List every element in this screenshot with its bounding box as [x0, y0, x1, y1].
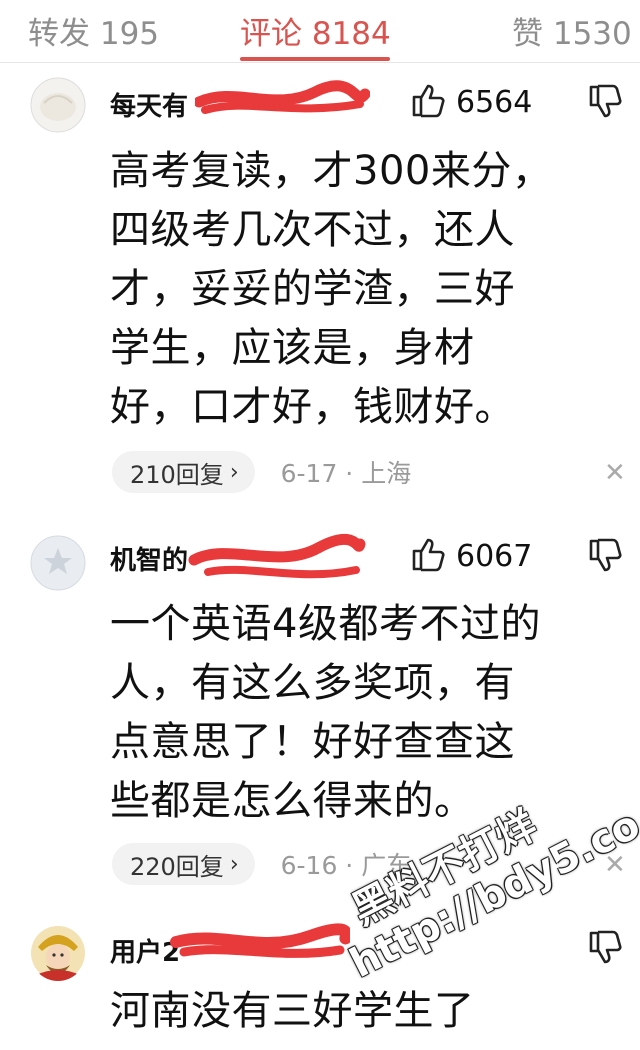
avatar[interactable]: [30, 925, 86, 981]
avatar[interactable]: [30, 535, 86, 591]
redaction-scribble: [188, 533, 366, 579]
close-icon[interactable]: ✕: [604, 850, 626, 880]
comment-meta: 220回复 › 6-16 · 广东: [112, 842, 411, 886]
thumbs-down-icon[interactable]: [587, 84, 623, 124]
thumbs-up-icon: [410, 82, 446, 122]
comment-line: 才，妥妥的学渣，三好: [110, 266, 515, 312]
replies-count: 210回复: [130, 460, 224, 489]
comment-line: 些都是怎么得来的。: [110, 778, 475, 824]
comment-meta: 210回复 › 6-17 · 上海: [112, 450, 411, 494]
close-icon[interactable]: ✕: [604, 458, 626, 488]
comment-time-location: 6-16 · 广东: [280, 851, 412, 880]
chevron-right-icon: ›: [229, 459, 239, 485]
tab-comments[interactable]: 评论 8184: [240, 8, 391, 53]
like-button[interactable]: 6564: [410, 82, 532, 122]
comment-text: 河南没有三好学生了: [110, 982, 610, 1041]
comment-username[interactable]: 每天有: [110, 86, 188, 123]
thumbs-up-icon: [410, 536, 446, 576]
avatar[interactable]: [30, 77, 86, 133]
replies-button[interactable]: 210回复 ›: [112, 451, 255, 493]
tab-likes[interactable]: 赞 1530: [512, 8, 632, 53]
comment-tabbar: 转发 195 评论 8184 赞 1530: [0, 0, 640, 63]
replies-count: 220回复: [130, 852, 224, 881]
replies-button[interactable]: 220回复 ›: [112, 843, 255, 885]
comment-username[interactable]: 机智的: [110, 540, 188, 577]
like-count: 6067: [456, 538, 533, 574]
comment-line: 好，口才好，钱财好。: [110, 384, 515, 430]
redaction-scribble: [195, 80, 370, 114]
comment-line: 河南没有三好学生了: [110, 988, 475, 1034]
comment-line: 一个英语4级都考不过的: [110, 601, 541, 647]
comment-line: 四级考几次不过，还人: [110, 207, 515, 253]
chevron-right-icon: ›: [229, 851, 239, 877]
comment-line: 人，有这么多奖项，有: [110, 660, 515, 706]
like-count: 6564: [456, 84, 533, 120]
comment-time-location: 6-17 · 上海: [280, 459, 412, 488]
redaction-scribble: [170, 923, 350, 958]
comment-text: 高考复读，才300来分， 四级考几次不过，还人 才，妥妥的学渣，三好 学生，应该…: [110, 142, 610, 437]
thumbs-down-icon[interactable]: [587, 930, 623, 970]
active-tab-indicator: [240, 57, 390, 61]
tab-repost[interactable]: 转发 195: [28, 8, 159, 53]
comment-username[interactable]: 用户2: [110, 932, 180, 969]
comment-line: 学生，应该是，身材: [110, 325, 475, 371]
thumbs-down-icon[interactable]: [587, 538, 623, 578]
comment-line: 高考复读，才300来分，: [110, 148, 553, 194]
comment-line: 点意思了！好好查查这: [110, 719, 515, 765]
like-button[interactable]: 6067: [410, 536, 532, 576]
comment-text: 一个英语4级都考不过的 人，有这么多奖项，有 点意思了！好好查查这 些都是怎么得…: [110, 595, 610, 831]
